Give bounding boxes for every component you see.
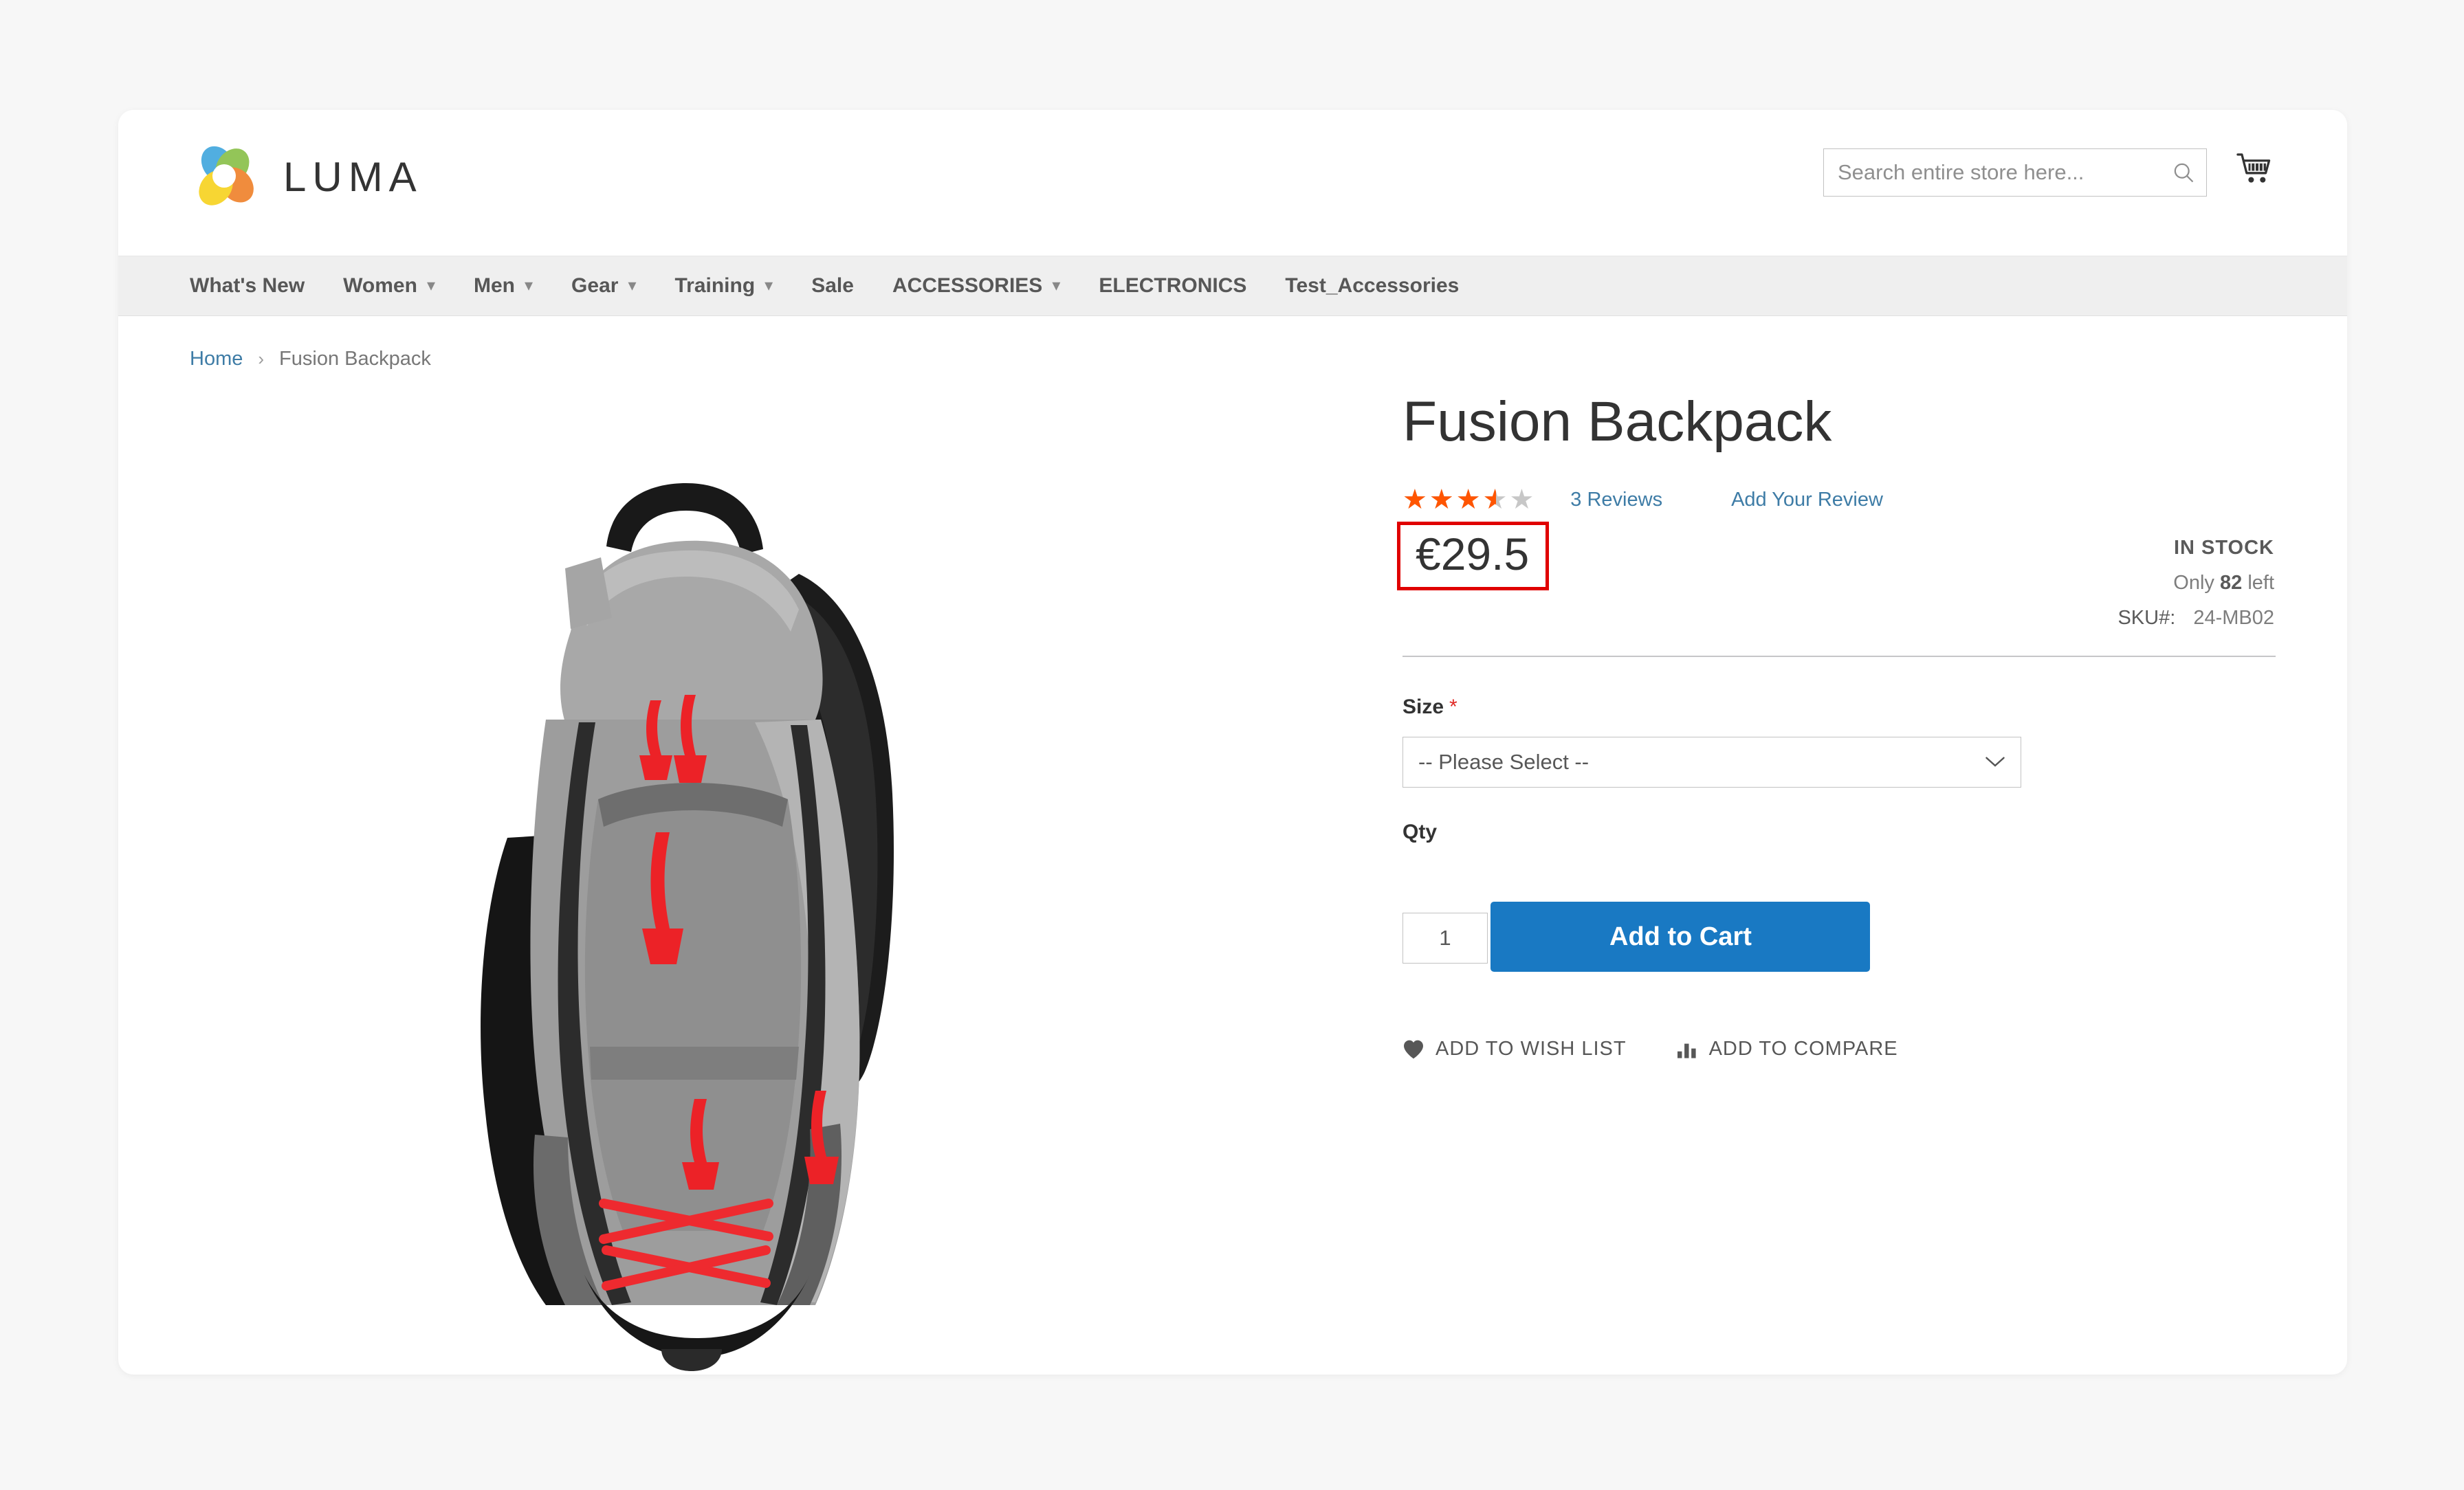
size-label-text: Size — [1402, 696, 1444, 718]
nav-label: Women — [343, 274, 417, 297]
heart-icon — [1402, 1039, 1424, 1060]
add-to-compare-label: ADD TO COMPARE — [1708, 1038, 1898, 1060]
search-bar[interactable] — [1823, 148, 2207, 197]
nav-label: Gear — [571, 274, 619, 297]
stock-suffix: left — [2247, 572, 2274, 594]
chevron-down-icon: ▾ — [1052, 276, 1061, 295]
size-label: Size * — [1402, 696, 2276, 719]
nav-item-men[interactable]: Men ▾ — [454, 256, 552, 315]
breadcrumb-separator-icon: › — [258, 348, 265, 369]
chevron-down-icon: ▾ — [628, 276, 637, 295]
luma-logo[interactable]: LUMA — [190, 142, 423, 211]
nav-label: Training — [674, 274, 756, 297]
product-info-column: Fusion Backpack ★★★★★ ★★★★★ 3 Reviews Ad… — [1345, 377, 2276, 1360]
shopping-cart-icon — [2236, 153, 2271, 183]
breadcrumb-home-link[interactable]: Home — [190, 348, 243, 370]
search-button[interactable] — [2161, 149, 2206, 196]
search-input[interactable] — [1824, 149, 2161, 196]
breadcrumb: Home › Fusion Backpack — [118, 316, 2347, 370]
product-price: €29.5 — [1416, 529, 1530, 579]
nav-label: ELECTRONICS — [1099, 274, 1247, 297]
stock-block: IN STOCK Only 82 left SKU#: 24-MB02 — [2118, 522, 2276, 630]
qty-label: Qty — [1402, 821, 1438, 843]
minicart-button[interactable] — [2230, 146, 2278, 194]
bar-chart-icon — [1676, 1040, 1698, 1059]
product-image[interactable] — [403, 425, 980, 1374]
size-select-value: -- Please Select -- — [1418, 750, 1590, 774]
divider — [1402, 656, 2276, 657]
product-price-highlight: €29.5 — [1397, 522, 1550, 590]
stock-remaining: Only 82 left — [2118, 572, 2274, 594]
nav-label: Sale — [811, 274, 854, 297]
price-and-stock-row: €29.5 IN STOCK Only 82 left SKU#: 24-MB0… — [1397, 522, 2276, 630]
rating-stars-filled: ★★★★★ — [1402, 486, 1496, 513]
sku-label: SKU#: — [2118, 607, 2176, 629]
nav-label: ACCESSORIES — [892, 274, 1043, 297]
sku-line: SKU#: 24-MB02 — [2118, 607, 2274, 630]
chevron-down-icon: ▾ — [525, 276, 534, 295]
nav-item-women[interactable]: Women ▾ — [324, 256, 454, 315]
chevron-down-icon: ▾ — [426, 276, 435, 295]
chevron-down-icon — [1986, 757, 2005, 767]
store-page-card: LUMA Search entire store here... What's … — [118, 110, 2347, 1375]
luma-logo-icon — [199, 146, 254, 205]
search-icon — [2174, 163, 2194, 183]
brand-name: LUMA — [283, 153, 423, 200]
nav-label: Men — [474, 274, 515, 297]
add-to-wishlist-label: ADD TO WISH LIST — [1436, 1038, 1627, 1060]
site-header: LUMA — [118, 110, 2347, 256]
reviews-count-link[interactable]: 3 Reviews — [1570, 489, 1662, 511]
product-media-column — [190, 377, 1345, 1371]
breadcrumb-current: Fusion Backpack — [279, 348, 431, 370]
product-main: Fusion Backpack ★★★★★ ★★★★★ 3 Reviews Ad… — [118, 370, 2347, 1371]
nav-item-sale[interactable]: Sale — [792, 256, 873, 315]
secondary-actions: ADD TO WISH LIST ADD TO COMPARE — [1402, 1038, 2276, 1060]
nav-item-accessories[interactable]: ACCESSORIES ▾ — [873, 256, 1079, 315]
nav-item-gear[interactable]: Gear ▾ — [552, 256, 655, 315]
nav-item-training[interactable]: Training ▾ — [655, 256, 792, 315]
rating-row: ★★★★★ ★★★★★ 3 Reviews Add Your Review — [1402, 482, 2276, 518]
add-to-compare-link[interactable]: ADD TO COMPARE — [1676, 1038, 1898, 1060]
nav-item-whats-new[interactable]: What's New — [190, 256, 324, 315]
nav-label: What's New — [190, 274, 305, 297]
page-title: Fusion Backpack — [1402, 390, 1832, 453]
nav-label: Test_Accessories — [1285, 274, 1460, 297]
main-navigation: What's New Women ▾ Men ▾ Gear ▾ Training… — [118, 256, 2347, 316]
required-marker: * — [1449, 696, 1458, 718]
add-to-cart-button[interactable]: Add to Cart — [1490, 902, 1871, 972]
nav-item-test-accessories[interactable]: Test_Accessories — [1266, 256, 1478, 315]
nav-item-electronics[interactable]: ELECTRONICS — [1079, 256, 1266, 315]
quantity-stepper[interactable] — [1402, 912, 1488, 964]
stock-prefix: Only — [2173, 572, 2214, 594]
size-select[interactable]: -- Please Select -- — [1402, 737, 2021, 788]
sku-value: 24-MB02 — [2193, 607, 2274, 629]
add-to-wishlist-link[interactable]: ADD TO WISH LIST — [1402, 1038, 1627, 1060]
chevron-down-icon: ▾ — [764, 276, 773, 295]
stock-count: 82 — [2219, 572, 2243, 594]
status-badge: IN STOCK — [2173, 537, 2274, 559]
add-your-review-link[interactable]: Add Your Review — [1731, 489, 1883, 511]
rating-stars[interactable]: ★★★★★ ★★★★★ — [1402, 486, 1536, 513]
